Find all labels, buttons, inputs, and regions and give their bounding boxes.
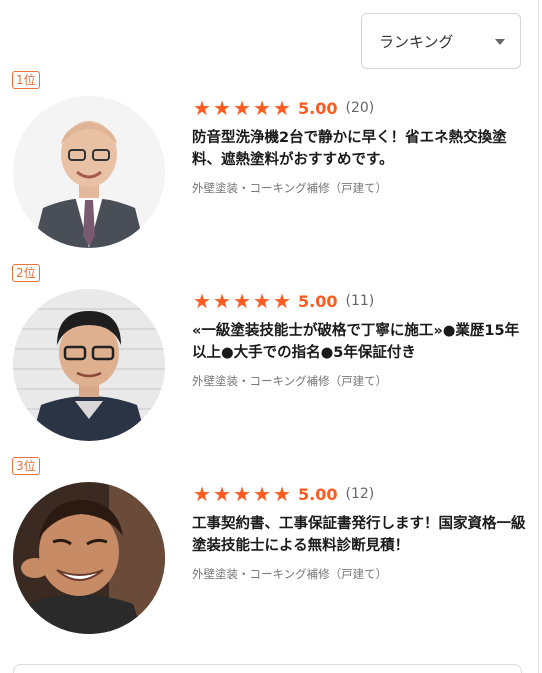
- star-rating: ★ ★ ★ ★ ★: [192, 484, 292, 504]
- star-icon: ★: [253, 289, 271, 313]
- item-category: 外壁塗装・コーキング補修（戸建て）: [192, 181, 388, 195]
- item-title[interactable]: 防音型洗浄機2台で静かに早く！省エネ熱交換塗料、遮熱塗料がおすすめです。: [192, 127, 532, 171]
- caret-down-icon: [495, 39, 505, 45]
- item-title[interactable]: 工事契約書、工事保証書発行します！国家資格一級塗装技能士による無料診断見積！: [192, 513, 532, 557]
- review-count: (20): [345, 100, 375, 116]
- star-icon: ★: [213, 96, 231, 120]
- star-icon: ★: [253, 482, 271, 506]
- rating-score: 5.00: [298, 484, 338, 504]
- star-icon: ★: [273, 482, 291, 506]
- item-category: 外壁塗装・コーキング補修（戸建て）: [192, 374, 388, 388]
- item-title[interactable]: «一級塗装技能士が破格で丁寧に施工»●業歴15年以上●大手での指名●5年保証付き: [192, 320, 532, 364]
- page-edge-divider: [538, 0, 539, 673]
- star-icon: ★: [253, 96, 271, 120]
- rank-badge: 1位: [12, 71, 40, 89]
- ranking-item-3[interactable]: 3位 ★ ★ ★ ★ ★ 5.00 (12) 工事契約書、工事保証書発行します！…: [0, 457, 538, 634]
- rating-row: ★ ★ ★ ★ ★ 5.00 (12): [192, 484, 374, 504]
- ranking-item-1[interactable]: 1位 ★ ★ ★ ★ ★ 5.00 (20) 防音型洗浄機2台で静かに早く！省エ…: [0, 71, 538, 248]
- star-icon: ★: [193, 96, 211, 120]
- avatar[interactable]: [13, 482, 165, 634]
- star-icon: ★: [213, 482, 231, 506]
- review-count: (12): [345, 486, 375, 502]
- star-rating: ★ ★ ★ ★ ★: [192, 291, 292, 311]
- rating-row: ★ ★ ★ ★ ★ 5.00 (20): [192, 98, 374, 118]
- star-icon: ★: [213, 289, 231, 313]
- star-icon: ★: [193, 482, 211, 506]
- rating-score: 5.00: [298, 98, 338, 118]
- review-count: (11): [345, 293, 375, 309]
- ranking-item-2[interactable]: 2位 ★ ★ ★ ★ ★ 5.00 (11) «一級塗装技能士が破格で丁寧に施工…: [0, 264, 538, 441]
- star-icon: ★: [193, 289, 211, 313]
- star-rating: ★ ★ ★ ★ ★: [192, 98, 292, 118]
- item-category: 外壁塗装・コーキング補修（戸建て）: [192, 567, 388, 581]
- star-icon: ★: [233, 96, 251, 120]
- rating-row: ★ ★ ★ ★ ★ 5.00 (11): [192, 291, 374, 311]
- next-card[interactable]: [13, 664, 522, 673]
- rank-badge: 3位: [12, 457, 40, 475]
- star-icon: ★: [233, 289, 251, 313]
- star-icon: ★: [273, 96, 291, 120]
- star-icon: ★: [273, 289, 291, 313]
- avatar[interactable]: [13, 96, 165, 248]
- sort-select[interactable]: ランキング: [361, 13, 521, 69]
- star-icon: ★: [233, 482, 251, 506]
- rating-score: 5.00: [298, 291, 338, 311]
- avatar[interactable]: [13, 289, 165, 441]
- rank-badge: 2位: [12, 264, 40, 282]
- sort-selected-label: ランキング: [379, 32, 454, 51]
